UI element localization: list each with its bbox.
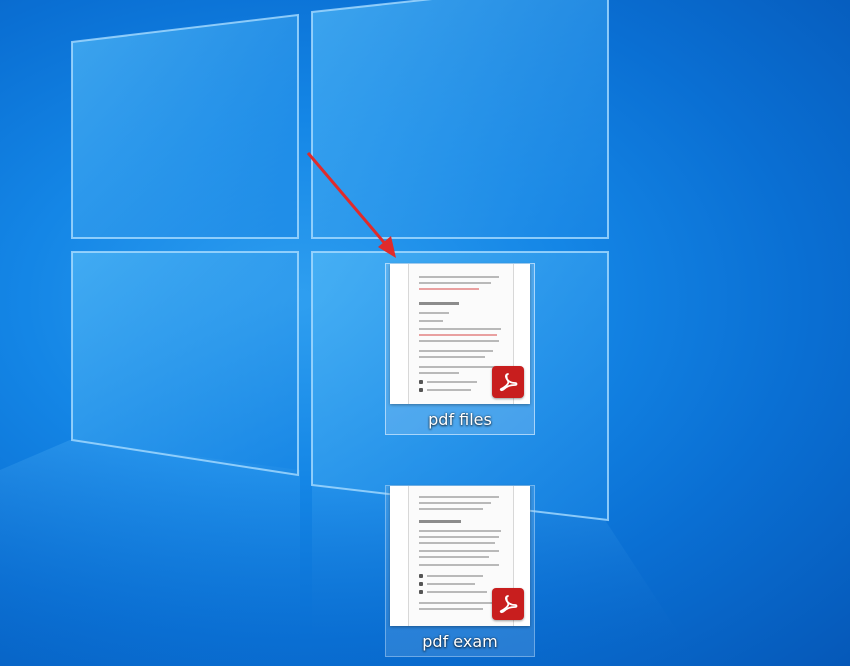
icon-label-pdf-files: pdf files bbox=[428, 410, 492, 429]
icon-label-pdf-exam: pdf exam bbox=[422, 632, 498, 651]
acrobat-pdf-icon bbox=[492, 366, 524, 398]
pdf-thumbnail bbox=[390, 486, 530, 626]
desktop-icon-pdf-exam[interactable]: pdf exam bbox=[385, 485, 535, 657]
desktop[interactable]: pdf files pdf exam bbox=[0, 0, 850, 666]
pdf-thumbnail bbox=[390, 264, 530, 404]
logo-pane-top-left bbox=[71, 13, 299, 239]
desktop-icon-pdf-files[interactable]: pdf files bbox=[385, 263, 535, 435]
acrobat-pdf-icon bbox=[492, 588, 524, 620]
logo-pane-bottom-left bbox=[71, 251, 299, 477]
logo-pane-top-right bbox=[311, 0, 609, 239]
